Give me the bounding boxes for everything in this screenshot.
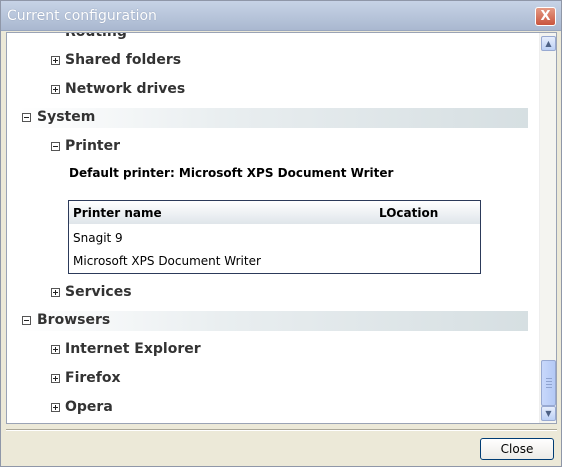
tree-item-label: Printer xyxy=(65,138,121,154)
tree-item-printer[interactable]: Printer xyxy=(7,137,540,159)
title-bar[interactable]: Current configuration X xyxy=(1,1,561,31)
close-window-button[interactable]: X xyxy=(535,7,556,26)
tree-item-internet-explorer[interactable]: Internet Explorer xyxy=(7,340,540,362)
expand-icon[interactable] xyxy=(51,56,60,65)
vertical-scrollbar[interactable]: ▲ ▼ xyxy=(539,33,556,423)
arrow-up-icon[interactable]: ▲ xyxy=(541,36,556,51)
tree-item-network-drives[interactable]: Network drives xyxy=(7,79,540,101)
footer-divider xyxy=(6,429,557,431)
arrow-down-icon[interactable]: ▼ xyxy=(541,406,556,421)
tree-item-services[interactable]: Services xyxy=(7,283,540,305)
printer-table-header: Printer name LOcation xyxy=(69,201,480,225)
column-header-location: LOcation xyxy=(379,206,439,220)
expand-icon[interactable] xyxy=(51,374,60,383)
tree-item-label: Shared folders xyxy=(65,52,182,68)
grip-line xyxy=(546,387,552,388)
collapse-icon[interactable] xyxy=(51,142,60,151)
column-header-printer-name: Printer name xyxy=(73,206,162,220)
tree-scroll-area: Routing Shared folders Network drives Sy… xyxy=(7,33,540,423)
tree-item-partial-label: Routing xyxy=(65,32,127,40)
close-button[interactable]: Close xyxy=(480,438,554,460)
dialog-window: Current configuration X Routing Shared f… xyxy=(0,0,562,467)
printer-name-cell: Snagit 9 xyxy=(73,231,123,245)
tree-item-label: System xyxy=(37,109,96,125)
expand-icon[interactable] xyxy=(51,403,60,412)
scrollbar-thumb[interactable] xyxy=(541,360,556,406)
tree-item-browsers[interactable]: Browsers xyxy=(7,311,540,333)
tree-item-label: Firefox xyxy=(65,370,121,386)
printer-name-cell: Microsoft XPS Document Writer xyxy=(73,254,261,268)
grip-line xyxy=(546,381,552,382)
tree-item-label: Internet Explorer xyxy=(65,341,201,357)
collapse-icon[interactable] xyxy=(22,113,31,122)
configuration-tree-panel: Routing Shared folders Network drives Sy… xyxy=(6,32,557,424)
printer-table: Printer name LOcation Snagit 9 Microsoft… xyxy=(68,200,481,274)
default-printer-text: Default printer: Microsoft XPS Document … xyxy=(69,166,394,180)
tree-item-label: Opera xyxy=(65,399,113,415)
expand-icon[interactable] xyxy=(51,345,60,354)
tree-item-label: Services xyxy=(65,284,132,300)
tree-item-shared-folders[interactable]: Shared folders xyxy=(7,50,540,72)
window-title: Current configuration xyxy=(7,8,157,24)
tree-item-label: Browsers xyxy=(37,312,111,328)
tree-item-firefox[interactable]: Firefox xyxy=(7,369,540,391)
grip-line xyxy=(546,378,552,379)
grip-line xyxy=(546,384,552,385)
tree-item-system[interactable]: System xyxy=(7,108,540,130)
tree-item-label: Network drives xyxy=(65,81,186,97)
collapse-icon[interactable] xyxy=(22,316,31,325)
expand-icon[interactable] xyxy=(51,288,60,297)
expand-icon[interactable] xyxy=(51,85,60,94)
tree-item-opera[interactable]: Opera xyxy=(7,398,540,420)
